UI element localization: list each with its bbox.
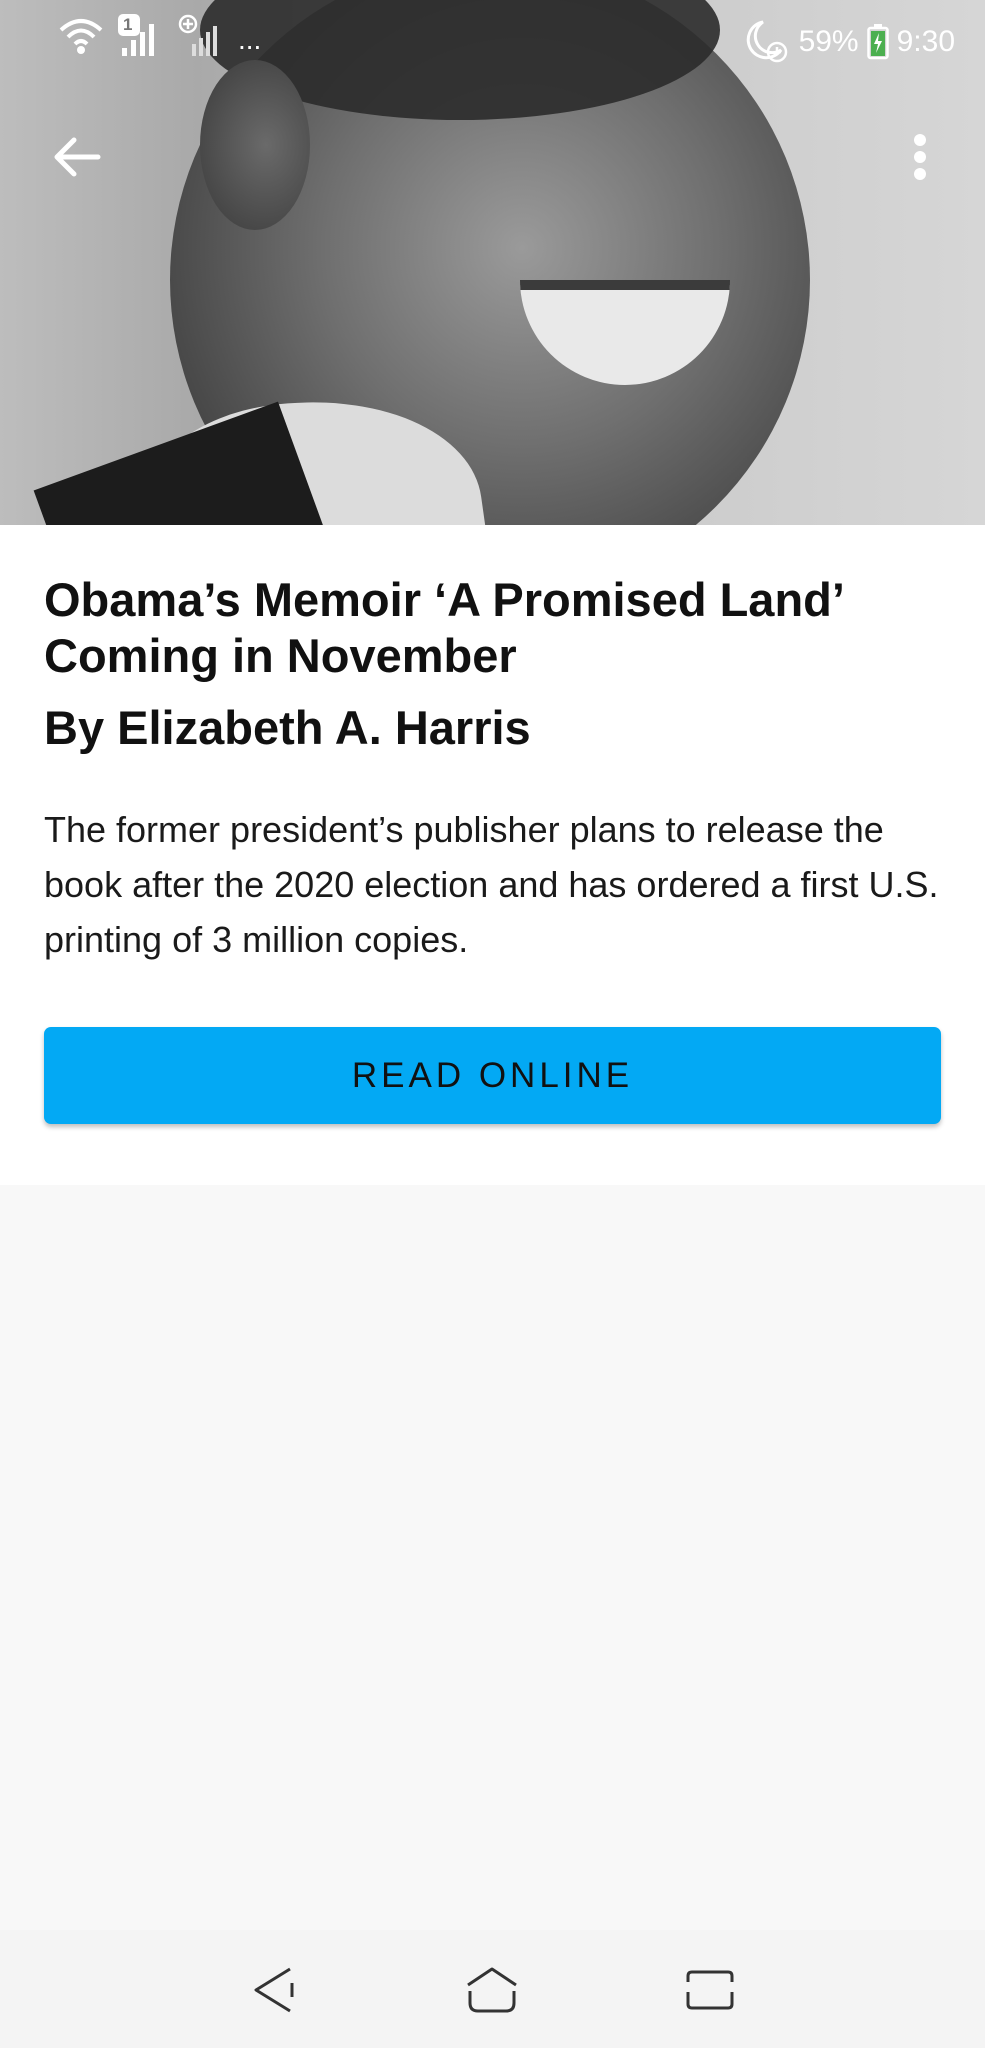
status-left-group: 1 ... (58, 14, 261, 60)
nav-recents-button[interactable] (678, 1958, 742, 2022)
article-headline: Obama’s Memoir ‘A Promised Land’ Coming … (44, 573, 843, 682)
signal-icon (178, 14, 224, 60)
sim-badge: 1 (123, 15, 133, 34)
article-byline: By Elizabeth A. Harris (44, 701, 531, 754)
do-not-disturb-icon (743, 20, 791, 64)
more-vertical-icon (912, 132, 928, 182)
article-summary: The former president’s publisher plans t… (44, 809, 939, 960)
nav-home-icon (464, 1965, 520, 2015)
portrait-ear-shape (200, 60, 310, 230)
battery-percent: 59% (798, 25, 859, 58)
nav-back-icon (252, 1965, 298, 2015)
nav-back-button[interactable] (243, 1958, 307, 2022)
status-bar: 1 ... 59% 9:30 (0, 0, 985, 80)
nav-home-button[interactable] (460, 1958, 524, 2022)
wifi-icon (58, 16, 104, 58)
nav-recents-icon (684, 1968, 736, 2012)
clock: 9:30 (896, 25, 955, 58)
status-right-group: 59% 9:30 (743, 20, 955, 64)
article-screen: 1 ... 59% 9:30 Obama’s Memoir ‘A Promise… (0, 0, 985, 2048)
back-button[interactable] (40, 120, 114, 194)
read-online-button[interactable]: READ ONLINE (44, 1027, 941, 1124)
arrow-left-icon (52, 135, 102, 179)
overflow-notifications: ... (238, 24, 262, 55)
system-navigation-bar (0, 1930, 985, 2048)
battery-charging-icon (866, 24, 889, 60)
signal-icon: 1 (118, 14, 164, 60)
more-options-button[interactable] (890, 120, 950, 194)
